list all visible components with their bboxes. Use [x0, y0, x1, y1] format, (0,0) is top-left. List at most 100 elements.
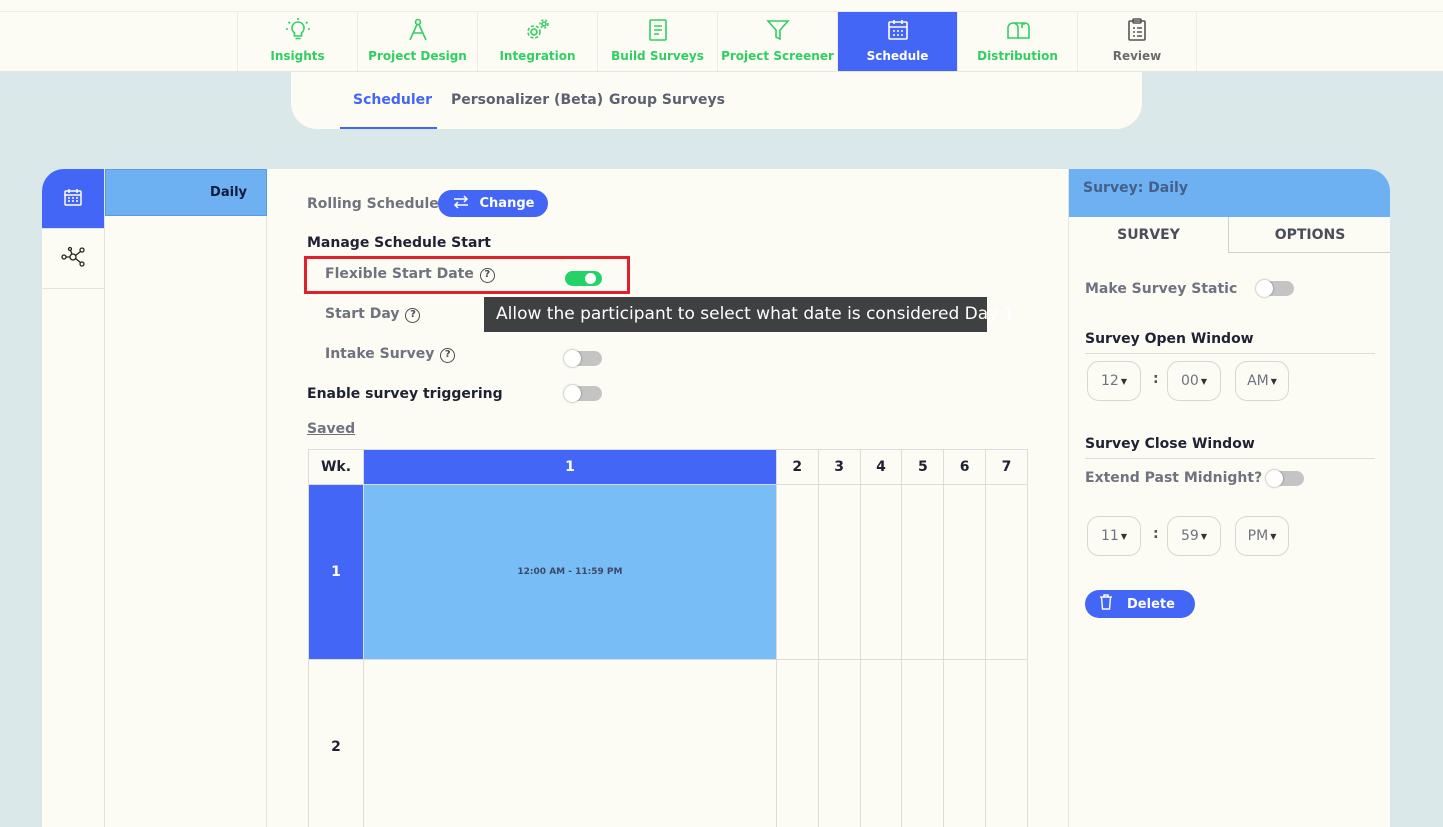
- trash-icon: [1099, 594, 1113, 614]
- extend-midnight-toggle[interactable]: [1266, 470, 1304, 487]
- day-cell[interactable]: [775, 484, 819, 660]
- caret-down-icon: ▼: [1120, 376, 1127, 386]
- day-cell[interactable]: [901, 484, 945, 660]
- nav-tab-project-screener[interactable]: Project Screener: [717, 12, 837, 71]
- survey-item-daily[interactable]: Daily: [105, 169, 267, 216]
- day-header[interactable]: 7: [985, 449, 1028, 485]
- nav-tab-label: Build Surveys: [611, 49, 704, 63]
- nav-tab-review[interactable]: Review: [1077, 12, 1197, 71]
- day-header[interactable]: 3: [817, 449, 861, 485]
- flexible-start-toggle[interactable]: [565, 271, 602, 286]
- lightbulb-icon: [285, 17, 311, 43]
- delete-button[interactable]: Delete: [1085, 590, 1195, 618]
- open-minute-select[interactable]: 00 ▼: [1167, 361, 1221, 401]
- nav-tab-project-design[interactable]: Project Design: [357, 12, 477, 71]
- nav-tab-label: Review: [1112, 49, 1162, 63]
- survey-triggering-label: Enable survey triggering: [307, 386, 503, 402]
- swap-arrows-icon: [452, 194, 470, 213]
- day-header[interactable]: 6: [943, 449, 987, 485]
- nav-tabs: Insights Project Design Integration Buil…: [237, 12, 1197, 71]
- scheduler-card: Daily Rolling Schedule Change Manage Sch…: [42, 169, 1390, 827]
- open-ampm-value: AM: [1247, 373, 1269, 389]
- survey-triggering-toggle[interactable]: [564, 385, 602, 402]
- calendar-view-button[interactable]: [42, 169, 104, 229]
- change-button[interactable]: Change: [438, 190, 548, 217]
- day-header[interactable]: 5: [901, 449, 945, 485]
- time-separator: :: [1153, 371, 1159, 387]
- mailbox-icon: [1005, 17, 1031, 43]
- help-icon[interactable]: ?: [440, 348, 456, 363]
- nav-tab-label: Integration: [499, 49, 576, 63]
- scheduled-slot[interactable]: 12:00 AM - 11:59 PM: [363, 484, 777, 660]
- help-icon[interactable]: ?: [479, 268, 495, 283]
- toggle-knob: [564, 385, 581, 402]
- caret-down-icon: ▼: [1270, 531, 1277, 541]
- nav-tab-label: Project Design: [368, 49, 467, 63]
- open-hour-select[interactable]: 12 ▼: [1087, 361, 1141, 401]
- intake-survey-toggle[interactable]: [564, 350, 602, 367]
- caret-down-icon: ▼: [1120, 531, 1127, 541]
- network-icon: [60, 246, 86, 272]
- day-cell[interactable]: [859, 659, 903, 827]
- nav-tab-label: Distribution: [977, 49, 1058, 63]
- start-day-text: Start Day: [325, 306, 400, 322]
- caret-down-icon: ▼: [1200, 531, 1207, 541]
- network-view-button[interactable]: [42, 229, 104, 289]
- saved-status: Saved: [307, 421, 356, 437]
- schedule-editor: Rolling Schedule Change Manage Schedule …: [267, 169, 1068, 827]
- day-header[interactable]: 4: [859, 449, 903, 485]
- day-header[interactable]: 1: [363, 449, 777, 485]
- day-cell[interactable]: [985, 659, 1028, 827]
- toggle-knob: [1256, 280, 1273, 297]
- day-header[interactable]: 2: [775, 449, 819, 485]
- panel-title: Survey: Daily: [1069, 169, 1390, 217]
- day-cell[interactable]: [817, 659, 861, 827]
- open-window-heading: Survey Open Window: [1085, 331, 1375, 354]
- open-ampm-select[interactable]: AM ▼: [1235, 361, 1289, 401]
- day-cell[interactable]: [943, 484, 987, 660]
- nav-tab-integration[interactable]: Integration: [477, 12, 597, 71]
- flexible-start-tooltip: Allow the participant to select what dat…: [484, 297, 1014, 332]
- delete-button-label: Delete: [1127, 596, 1175, 612]
- toggle-knob: [585, 273, 596, 284]
- week-row: 1 12:00 AM - 11:59 PM: [308, 484, 1028, 660]
- close-ampm-select[interactable]: PM ▼: [1235, 516, 1289, 556]
- nav-tab-build-surveys[interactable]: Build Surveys: [597, 12, 717, 71]
- week-label: 2: [308, 659, 364, 827]
- rolling-schedule-label: Rolling Schedule: [307, 196, 439, 212]
- active-tab-indicator: [340, 127, 437, 129]
- top-navigation: Insights Project Design Integration Buil…: [0, 0, 1443, 72]
- day-cell[interactable]: [901, 659, 945, 827]
- clipboard-icon: [1124, 17, 1150, 43]
- nav-tab-label: Insights: [270, 49, 325, 63]
- day-cell[interactable]: [363, 659, 777, 827]
- day-cell[interactable]: [775, 659, 819, 827]
- left-rail: [42, 169, 105, 827]
- close-window-heading: Survey Close Window: [1085, 436, 1375, 459]
- schedule-grid: Wk. 1 2 3 4 5 6 7 1 12:00 AM - 11:59 PM: [308, 449, 1028, 827]
- tab-survey[interactable]: SURVEY: [1069, 217, 1229, 253]
- tab-personalizer[interactable]: Personalizer (Beta): [451, 92, 603, 108]
- close-minute-select[interactable]: 59 ▼: [1167, 516, 1221, 556]
- schedule-subtabs: Scheduler Personalizer (Beta) Group Surv…: [291, 72, 1142, 129]
- nav-tab-label: Project Screener: [721, 49, 834, 63]
- tab-group-surveys[interactable]: Group Surveys: [609, 92, 725, 108]
- day-cell[interactable]: [985, 484, 1028, 660]
- close-minute-value: 59: [1181, 528, 1199, 544]
- nav-tab-schedule[interactable]: Schedule: [837, 12, 957, 71]
- grid-header-row: Wk. 1 2 3 4 5 6 7: [308, 449, 1028, 485]
- nav-tab-insights[interactable]: Insights: [237, 12, 357, 71]
- day-cell[interactable]: [817, 484, 861, 660]
- day-cell[interactable]: [943, 659, 987, 827]
- survey-list: Daily: [105, 169, 267, 827]
- open-minute-value: 00: [1181, 373, 1199, 389]
- nav-tab-label: Schedule: [866, 49, 929, 63]
- nav-tab-distribution[interactable]: Distribution: [957, 12, 1077, 71]
- tab-scheduler[interactable]: Scheduler: [353, 92, 432, 108]
- form-icon: [645, 17, 671, 43]
- day-cell[interactable]: [859, 484, 903, 660]
- close-hour-select[interactable]: 11 ▼: [1087, 516, 1141, 556]
- make-static-toggle[interactable]: [1256, 280, 1294, 297]
- tab-options[interactable]: OPTIONS: [1229, 217, 1390, 253]
- help-icon[interactable]: ?: [405, 308, 421, 323]
